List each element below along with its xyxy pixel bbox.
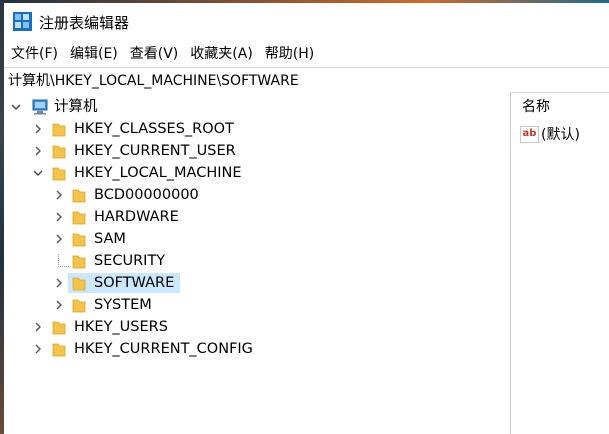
column-header-label: 名称 — [522, 99, 550, 115]
folder-icon — [52, 319, 66, 335]
chevron-right-icon[interactable] — [32, 123, 44, 135]
registry-editor-window: 注册表编辑器 文件(F) 编辑(E) 查看(V) 收藏夹(A) 帮助(H) 计算… — [4, 3, 609, 434]
tree-node-label: SECURITY — [94, 253, 166, 269]
chevron-right-icon[interactable] — [32, 321, 44, 333]
chevron-right-icon[interactable] — [53, 233, 65, 245]
menu-file[interactable]: 文件(F) — [6, 41, 63, 65]
tree-node-bcd00000000[interactable]: BCD00000000 — [4, 184, 504, 206]
tree-connector-line — [58, 254, 69, 267]
tree-node-label: HKEY_CURRENT_CONFIG — [74, 341, 253, 357]
tree-node-hkey-current-user[interactable]: HKEY_CURRENT_USER — [4, 140, 504, 162]
string-value-icon: ab — [520, 125, 539, 143]
tree-node-hkey-classes-root[interactable]: HKEY_CLASSES_ROOT — [4, 118, 504, 140]
chevron-right-icon[interactable] — [32, 343, 44, 355]
chevron-right-icon[interactable] — [53, 299, 65, 311]
tree-node-label: HKEY_USERS — [74, 319, 168, 335]
tree-node-label: SAM — [94, 231, 126, 247]
chevron-right-icon[interactable] — [53, 277, 65, 289]
chevron-down-icon[interactable] — [10, 101, 22, 113]
tree-node-label: SOFTWARE — [94, 275, 175, 291]
menu-help[interactable]: 帮助(H) — [260, 41, 319, 65]
chevron-right-icon[interactable] — [32, 145, 44, 157]
key-tree-pane[interactable]: 计算机 HKEY_CLASSES_ROOT HKEY_CURRENT_USER — [4, 92, 511, 434]
computer-icon — [31, 99, 49, 115]
value-row-default[interactable]: ab (默认) — [520, 124, 580, 144]
tree-node-label: SYSTEM — [94, 297, 152, 313]
chevron-down-icon[interactable] — [32, 167, 44, 179]
tree-node-label: HKEY_LOCAL_MACHINE — [74, 165, 242, 181]
folder-icon — [72, 187, 86, 203]
tree-node-hkey-users[interactable]: HKEY_USERS — [4, 316, 504, 338]
address-bar[interactable]: 计算机\HKEY_LOCAL_MACHINE\SOFTWARE — [4, 67, 609, 93]
chevron-right-icon[interactable] — [53, 211, 65, 223]
tree-node-label: HKEY_CLASSES_ROOT — [74, 121, 234, 137]
folder-icon — [72, 231, 86, 247]
title-bar[interactable]: 注册表编辑器 — [4, 3, 609, 39]
value-name: (默认) — [541, 127, 580, 143]
tree-node-sam[interactable]: SAM — [4, 228, 504, 250]
tree-node-hardware[interactable]: HARDWARE — [4, 206, 504, 228]
tree-node-hkey-local-machine[interactable]: HKEY_LOCAL_MACHINE — [4, 162, 504, 184]
tree-node-label: HARDWARE — [94, 209, 179, 225]
tree-node-hkey-current-config[interactable]: HKEY_CURRENT_CONFIG — [4, 338, 504, 360]
folder-icon — [72, 297, 86, 313]
tree-node-software[interactable]: SOFTWARE — [4, 272, 504, 294]
folder-icon — [72, 209, 86, 225]
folder-open-icon — [52, 165, 66, 181]
folder-icon — [52, 341, 66, 357]
window-title: 注册表编辑器 — [39, 14, 130, 32]
values-list-pane[interactable]: 名称 ab (默认) — [512, 92, 609, 434]
folder-icon — [52, 121, 66, 137]
column-header-name[interactable]: 名称 — [512, 92, 550, 120]
menu-edit[interactable]: 编辑(E) — [65, 41, 123, 65]
folder-icon — [52, 143, 66, 159]
tree-node-label: HKEY_CURRENT_USER — [74, 143, 236, 159]
tree-node-label: BCD00000000 — [94, 187, 199, 203]
folder-icon — [72, 253, 86, 269]
menu-view[interactable]: 查看(V) — [125, 41, 184, 65]
menu-bar: 文件(F) 编辑(E) 查看(V) 收藏夹(A) 帮助(H) — [4, 41, 609, 65]
menu-favorites[interactable]: 收藏夹(A) — [185, 41, 258, 65]
tree-node-label: 计算机 — [54, 99, 98, 115]
folder-icon — [72, 275, 86, 291]
tree-node-system[interactable]: SYSTEM — [4, 294, 504, 316]
tree-node-computer[interactable]: 计算机 — [4, 96, 504, 118]
tree-node-security[interactable]: SECURITY — [4, 250, 504, 272]
address-path[interactable]: 计算机\HKEY_LOCAL_MACHINE\SOFTWARE — [8, 70, 299, 90]
chevron-right-icon[interactable] — [53, 189, 65, 201]
regedit-app-icon — [13, 12, 32, 31]
